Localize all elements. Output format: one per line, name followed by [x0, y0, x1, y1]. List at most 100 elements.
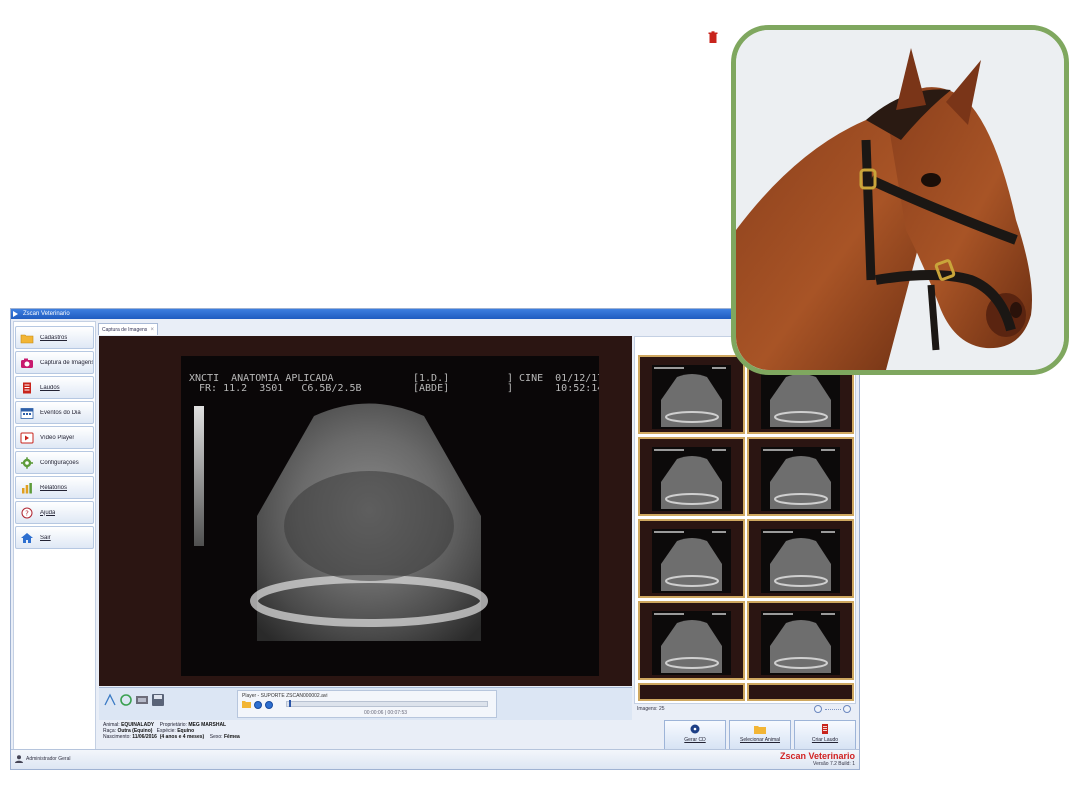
thumbnail-image	[652, 529, 731, 593]
gallery-thumbnail[interactable]	[747, 519, 854, 598]
sidebar-item-label: Captura de Imagens	[40, 359, 93, 366]
zoom-in-icon[interactable]	[843, 705, 851, 713]
selecionar-animal-label: Selecionar Animal	[739, 737, 781, 743]
sidebar-item-sair[interactable]: Sair	[15, 526, 94, 549]
thumbnail-image	[761, 611, 840, 675]
ultrasound-sector-image	[250, 403, 488, 641]
brand-name: Zscan Veterinario	[779, 751, 855, 761]
open-file-icon[interactable]	[242, 700, 251, 708]
sidebar-item-label: Vídeo Player	[40, 434, 75, 441]
horse-head-illustration	[736, 30, 1064, 370]
gerar-cd-label: Gerar CD	[684, 737, 706, 743]
zoom-out-icon[interactable]	[814, 705, 822, 713]
user-icon	[15, 755, 23, 763]
sidebar-item-label: Configurações	[40, 459, 79, 466]
report-icon	[20, 382, 34, 394]
player-title: Player - SUPORTE ZSCAN000002.avi	[242, 693, 328, 699]
sidebar-item-label: Relatórios	[40, 484, 68, 491]
folder-icon	[754, 724, 766, 734]
gallery-thumbnail[interactable]	[747, 437, 854, 516]
ultrasound-screen: XNCTI ANATOMIA APLICADA FR: 11.2 3S01 C6…	[181, 356, 599, 676]
status-bar: Administrador Geral Zscan Veterinario Ve…	[11, 749, 859, 769]
us-header-right-2: ] 10:52:14	[507, 383, 599, 394]
horse-photo	[731, 25, 1069, 375]
sidebar-item-label: Sair	[40, 534, 51, 541]
brand: Zscan Veterinario Versão 7.2 Build: 1	[780, 751, 855, 767]
age-value: (4 anos e 4 meses)	[159, 734, 205, 740]
gallery-thumbnail[interactable]	[638, 355, 745, 434]
sidebar-item-label: Ajuda	[40, 509, 56, 516]
calendar-icon	[20, 407, 34, 419]
sidebar-item-label: Eventos do Dia	[40, 409, 81, 416]
cd-icon	[689, 724, 701, 734]
gear-icon	[20, 456, 34, 469]
viewer-controls: Player - SUPORTE ZSCAN000002.avi 00:00:0…	[99, 687, 632, 720]
gallery-thumbnail[interactable]	[638, 601, 745, 680]
thumbnail-image	[652, 611, 731, 675]
sidebar-item-ajuda[interactable]: ? Ajuda	[15, 501, 94, 524]
film-icon[interactable]	[135, 693, 149, 707]
image-gallery	[634, 336, 856, 704]
sidebar-item-label: Laudos	[40, 384, 60, 391]
animal-info: Animal: EQUINALADY Proprietário: MEG MAR…	[99, 719, 659, 751]
document-icon	[819, 724, 831, 734]
sidebar-item-eventos[interactable]: Eventos do Dia	[15, 401, 94, 424]
criar-laudo-button[interactable]: Criar Laudo	[794, 720, 856, 750]
folder-icon	[20, 332, 34, 344]
criar-laudo-label: Criar Laudo	[811, 737, 839, 743]
app-window: Zscan Veterinario Cadastros Captura de I…	[10, 308, 860, 770]
user-info: Administrador Geral	[15, 755, 70, 763]
us-header-mid-2: [ABDE]	[413, 383, 450, 394]
measure-icon[interactable]	[103, 693, 117, 707]
player-progress-thumb[interactable]	[288, 700, 291, 707]
svg-text:?: ?	[25, 509, 29, 517]
video-player: Player - SUPORTE ZSCAN000002.avi 00:00:0…	[237, 690, 497, 718]
sidebar-item-cadastros[interactable]: Cadastros	[15, 326, 94, 349]
close-tab-icon[interactable]: ×	[150, 324, 154, 336]
zoom-slider[interactable]	[825, 709, 841, 710]
us-header-left-2: FR: 11.2 3S01 C6.5B/2.5B	[199, 383, 362, 394]
sex-label: Sexo:	[209, 734, 223, 740]
sidebar-item-relatorios[interactable]: Relatórios	[15, 476, 94, 499]
bar-chart-icon	[20, 482, 34, 494]
player-progress-track[interactable]	[286, 700, 488, 707]
sidebar-item-captura[interactable]: Captura de Imagens	[15, 351, 94, 374]
thumbnail-image	[761, 529, 840, 593]
home-icon	[20, 532, 34, 544]
selecionar-animal-button[interactable]: Selecionar Animal	[729, 720, 791, 750]
thumbnail-image	[652, 447, 731, 511]
play-button[interactable]	[254, 701, 262, 709]
tab-label: Captura de Imagens	[102, 327, 148, 333]
save-icon[interactable]	[151, 693, 165, 707]
user-name: Administrador Geral	[26, 756, 71, 762]
sidebar-item-laudos[interactable]: Laudos	[15, 376, 94, 399]
tab-captura-imagens[interactable]: Captura de Imagens ×	[98, 323, 158, 335]
window-title: Zscan Veterinario	[23, 311, 70, 317]
video-icon	[20, 432, 34, 444]
sex-value: Fêmea	[223, 734, 240, 740]
refresh-icon[interactable]	[119, 693, 133, 707]
gerar-cd-button[interactable]: Gerar CD	[664, 720, 726, 750]
stop-button[interactable]	[265, 701, 273, 709]
player-time: 00:00:06 | 00:07:53	[364, 710, 408, 716]
sidebar-item-configuracoes[interactable]: Configurações	[15, 451, 94, 474]
gallery-footer: Imagens: 25	[634, 704, 856, 715]
help-icon: ?	[20, 507, 34, 519]
birth-value: 11/06/2016	[132, 734, 157, 740]
gallery-thumbnail[interactable]	[638, 437, 745, 516]
birth-label: Nascimento:	[103, 734, 131, 740]
camera-icon	[20, 357, 34, 369]
thumbnail-image	[652, 365, 731, 429]
image-count: Imagens: 25	[637, 706, 665, 712]
sidebar-item-video-player[interactable]: Vídeo Player	[15, 426, 94, 449]
sidebar: Cadastros Captura de Imagens Laudos Even…	[13, 321, 96, 751]
grayscale-bar	[194, 406, 204, 546]
gallery-thumbnail[interactable]	[747, 683, 854, 701]
thumbnail-image	[761, 447, 840, 511]
gallery-thumbnail[interactable]	[747, 601, 854, 680]
ultrasound-viewer[interactable]: XNCTI ANATOMIA APLICADA FR: 11.2 3S01 C6…	[99, 336, 632, 686]
gallery-thumbnail[interactable]	[638, 683, 745, 701]
delete-icon[interactable]	[708, 30, 718, 43]
version-info: Versão 7.2 Build: 1	[813, 761, 855, 767]
gallery-thumbnail[interactable]	[638, 519, 745, 598]
